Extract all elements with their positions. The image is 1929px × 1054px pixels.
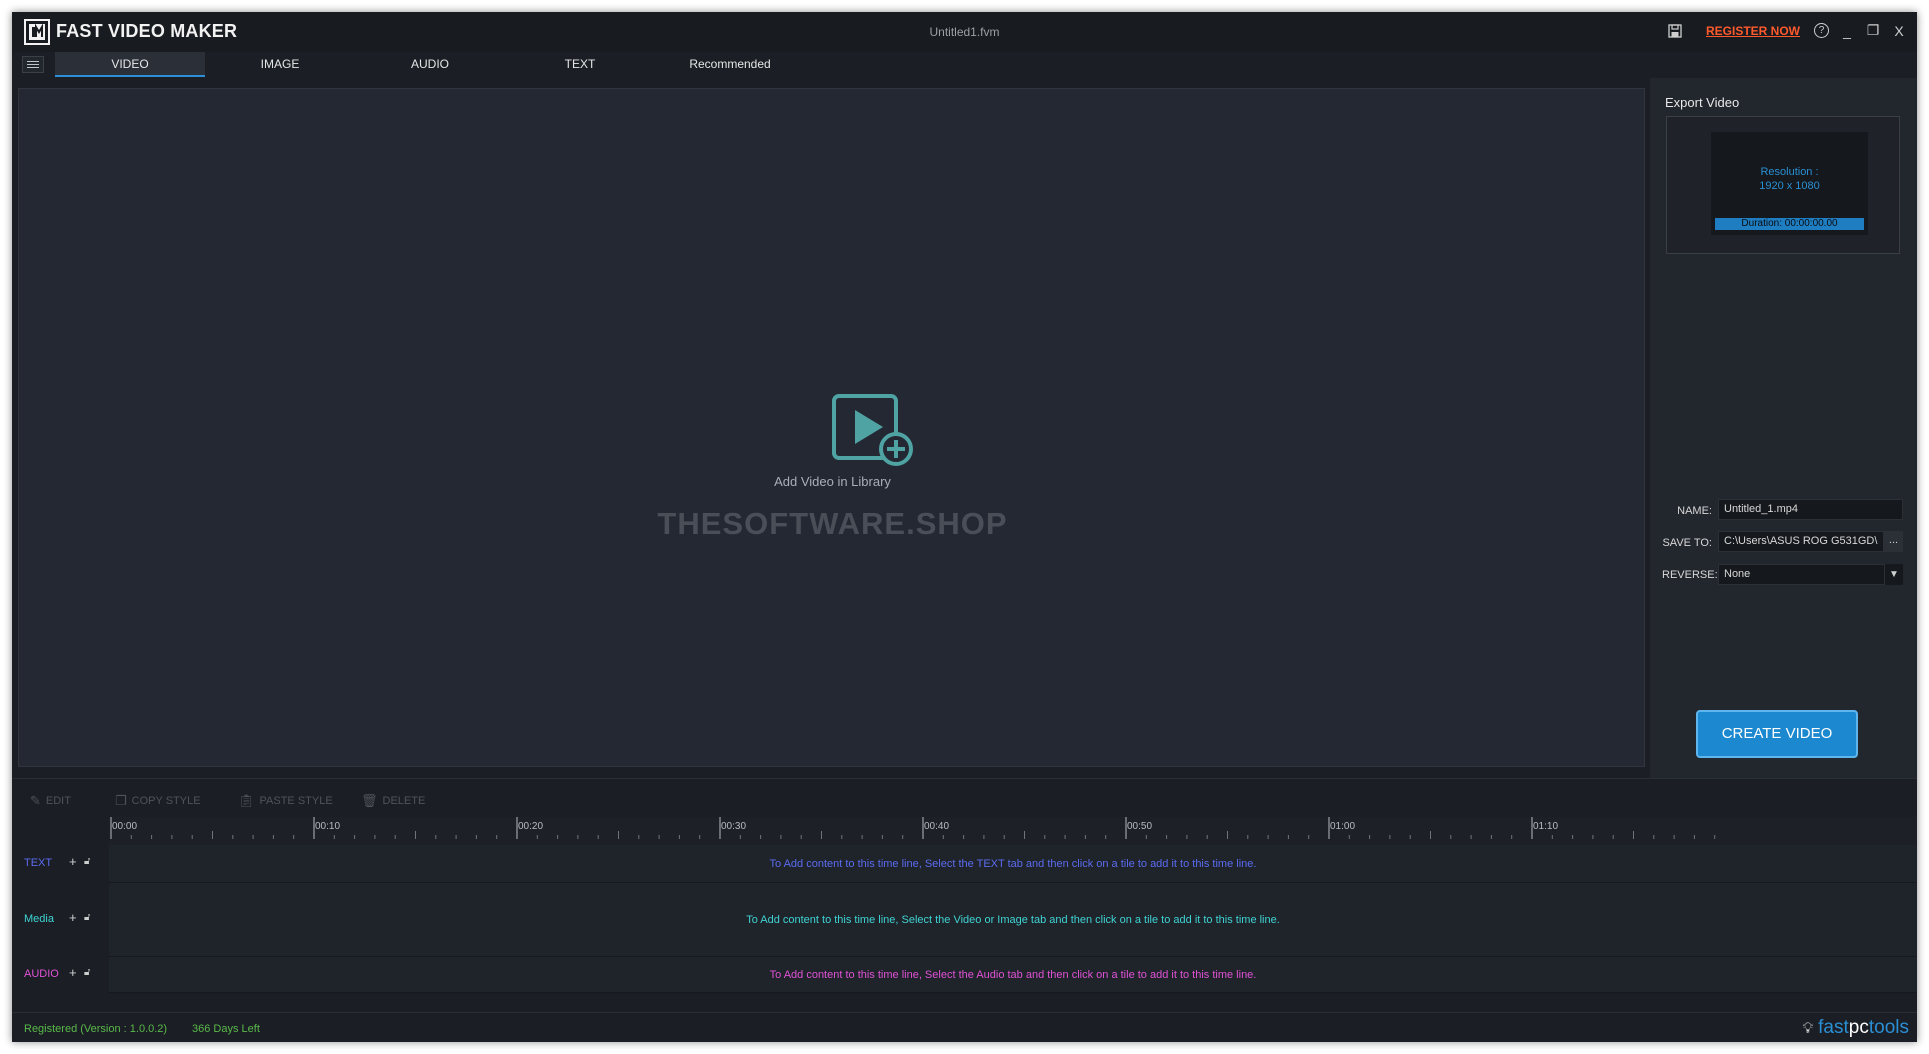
media-track-header: Media + 🔓︎	[12, 883, 109, 957]
audio-track-header: AUDIO + 🔓︎	[12, 957, 109, 993]
reverse-label: REVERSE:	[1662, 569, 1718, 581]
edit-button[interactable]: ✎ EDIT	[30, 793, 71, 809]
document-title: Untitled1.fvm	[929, 25, 1000, 39]
duration-bar: Duration: 00:00:00.00	[1715, 218, 1864, 230]
save-to-field[interactable]: C:\Users\ASUS ROG G531GD\	[1718, 531, 1884, 552]
ruler-tick-label: 00:20	[518, 821, 544, 832]
reverse-select[interactable]: None	[1718, 564, 1903, 585]
delete-button[interactable]: 🗑︎ DELETE	[361, 793, 425, 809]
paste-style-button[interactable]: 📋︎ PASTE STYLE	[238, 793, 333, 809]
audio-track[interactable]: To Add content to this time line, Select…	[109, 957, 1917, 993]
tab-bar: VIDEO IMAGE AUDIO TEXT Recommended	[12, 52, 1917, 78]
save-to-label: SAVE TO:	[1662, 537, 1712, 549]
name-label: NAME:	[1677, 505, 1712, 517]
export-panel: Export Video Resolution : 1920 x 1080 Du…	[1650, 78, 1917, 778]
resolution-label: Resolution :	[1760, 166, 1819, 178]
edit-toolbar: ✎ EDIT ❐ COPY STYLE 📋︎ PASTE STYLE 🗑︎ DE…	[12, 778, 1917, 817]
media-track-hint: To Add content to this time line, Select…	[746, 914, 1280, 926]
app-window: FAST VIDEO MAKER Untitled1.fvm REGISTER …	[12, 12, 1917, 1042]
fastpctools-logo: 💡︎ fastpctools	[1803, 1017, 1909, 1039]
export-thumbnail: Resolution : 1920 x 1080 Duration: 00:00…	[1711, 132, 1868, 235]
ruler-tick-label: 00:10	[315, 821, 341, 832]
ruler-tick-label: 00:00	[112, 821, 138, 832]
hamburger-menu-icon[interactable]	[22, 56, 44, 73]
export-title: Export Video	[1665, 95, 1740, 110]
app-logo-icon	[24, 19, 50, 45]
ruler-tick-label: 00:50	[1127, 821, 1153, 832]
timeline-tracks: To Add content to this time line, Select…	[109, 845, 1917, 1010]
lock-icon[interactable]: 🔓︎	[84, 967, 90, 978]
chevron-down-icon[interactable]: ▼	[1884, 564, 1903, 585]
browse-button[interactable]: ...	[1884, 531, 1903, 552]
add-audio-track-icon[interactable]: +	[69, 965, 77, 980]
copy-style-label: COPY STYLE	[131, 795, 201, 807]
edit-icon: ✎	[30, 793, 41, 808]
bulb-icon: 💡︎	[1802, 1019, 1814, 1037]
media-track-name: Media	[24, 913, 54, 925]
register-now-link[interactable]: REGISTER NOW	[1706, 24, 1800, 38]
ruler-tick-label: 00:30	[721, 821, 747, 832]
add-video-icon[interactable]	[831, 393, 915, 473]
audio-track-hint: To Add content to this time line, Select…	[769, 969, 1257, 981]
tab-video[interactable]: VIDEO	[55, 52, 205, 77]
title-bar-controls: REGISTER NOW ? _ ❐ X	[1668, 22, 1907, 39]
copy-icon: ❐	[115, 793, 127, 808]
text-track[interactable]: To Add content to this time line, Select…	[109, 845, 1917, 883]
close-icon[interactable]: X	[1891, 23, 1907, 39]
title-bar: FAST VIDEO MAKER Untitled1.fvm REGISTER …	[12, 12, 1917, 52]
copy-style-button[interactable]: ❐ COPY STYLE	[115, 793, 201, 809]
add-media-track-icon[interactable]: +	[69, 910, 77, 925]
text-track-header: TEXT + 🔓︎	[12, 845, 109, 883]
paste-style-label: PASTE STYLE	[259, 795, 333, 807]
ruler-tick-label: 01:00	[1330, 821, 1356, 832]
name-field[interactable]: Untitled_1.mp4	[1718, 499, 1903, 520]
days-left: 366 Days Left	[192, 1023, 260, 1035]
text-track-hint: To Add content to this time line, Select…	[769, 858, 1257, 870]
trash-icon: 🗑︎	[361, 793, 378, 808]
brand-pc: pc	[1848, 1017, 1869, 1038]
tab-image[interactable]: IMAGE	[205, 52, 355, 77]
lock-icon[interactable]: 🔓︎	[84, 912, 90, 923]
lock-icon[interactable]: 🔓︎	[84, 856, 90, 867]
ruler-ticks	[110, 817, 1716, 839]
tab-recommended[interactable]: Recommended	[655, 52, 805, 77]
create-video-button[interactable]: CREATE VIDEO	[1696, 710, 1858, 758]
status-bar: Registered (Version : 1.0.0.2) 366 Days …	[12, 1012, 1917, 1042]
help-icon[interactable]: ?	[1814, 23, 1829, 38]
watermark-text: THESOFTWARE.SHOP	[657, 506, 1008, 541]
add-text-track-icon[interactable]: +	[69, 854, 77, 869]
tab-audio[interactable]: AUDIO	[355, 52, 505, 77]
resolution-value: 1920 x 1080	[1759, 180, 1820, 192]
export-preview-frame: Resolution : 1920 x 1080 Duration: 00:00…	[1666, 116, 1900, 254]
restore-icon[interactable]: ❐	[1865, 22, 1881, 39]
text-track-name: TEXT	[24, 857, 53, 869]
app-title: FAST VIDEO MAKER	[56, 21, 238, 41]
paste-icon: 📋︎	[238, 793, 255, 808]
media-track[interactable]: To Add content to this time line, Select…	[109, 883, 1917, 957]
tab-text[interactable]: TEXT	[505, 52, 655, 77]
audio-track-name: AUDIO	[24, 968, 59, 980]
track-labels: TEXT + 🔓︎ Media + 🔓︎ AUDIO + 🔓︎	[12, 845, 109, 1010]
brand-fast: fast	[1818, 1017, 1849, 1038]
ruler-tick-label: 01:10	[1533, 821, 1559, 832]
save-icon[interactable]	[1668, 23, 1682, 38]
registration-status: Registered (Version : 1.0.0.2)	[24, 1023, 168, 1035]
delete-label: DELETE	[382, 795, 426, 807]
preview-area[interactable]: Add Video in Library THESOFTWARE.SHOP	[18, 88, 1645, 767]
brand-tools: tools	[1868, 1017, 1909, 1038]
add-video-label[interactable]: Add Video in Library	[19, 474, 1646, 489]
ruler-tick-label: 00:40	[924, 821, 950, 832]
minimize-icon[interactable]: _	[1839, 23, 1855, 39]
edit-label: EDIT	[45, 795, 71, 807]
timeline-ruler[interactable]: 00:00 00:10 00:20 00:30 00:40 00:50 01:00 01:10	[109, 817, 1917, 845]
